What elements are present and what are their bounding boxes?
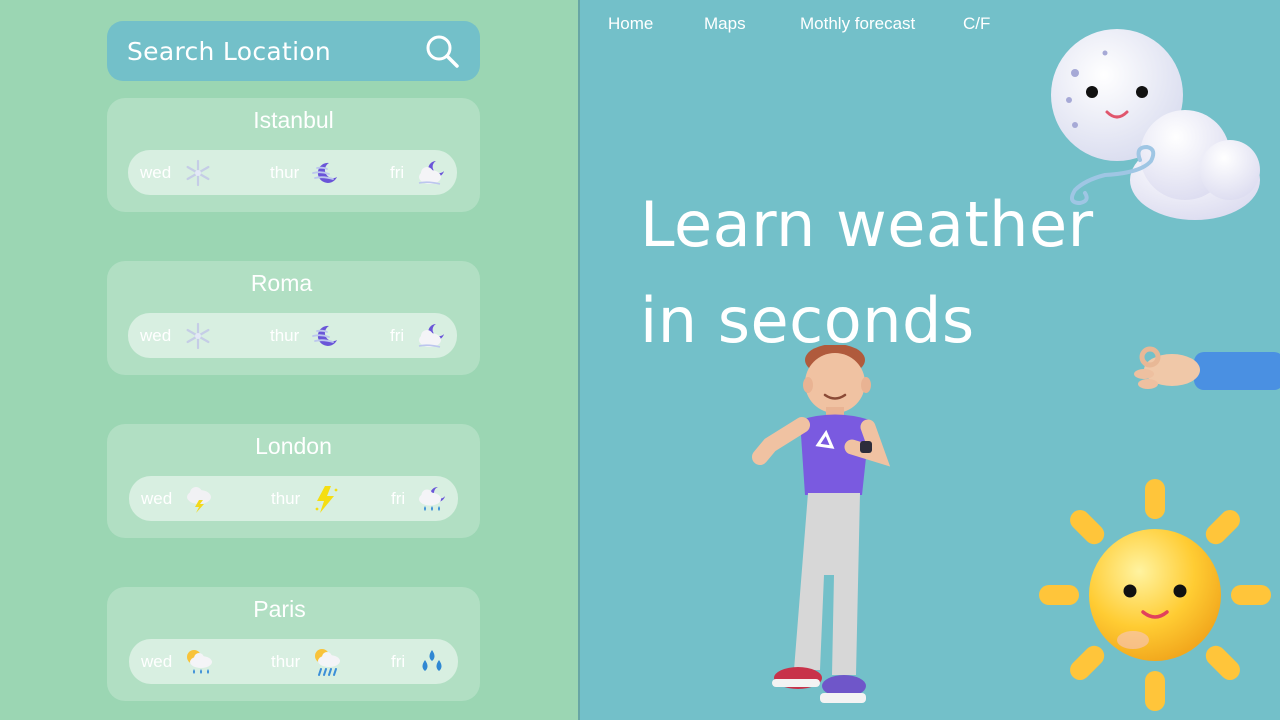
day-label: thur [271,488,301,508]
city-name: Paris [253,596,306,622]
city-name: London [255,433,332,459]
person-thumbs-up-illustration [752,345,890,703]
nav-home[interactable]: Home [608,14,653,36]
forecast-day: thur [270,150,341,195]
moon-wind-icon [312,324,339,347]
city-name: Istanbul [253,107,334,133]
snowflake-icon [186,159,210,186]
sun-rain-cloud-icon [187,649,213,674]
moon-rain-cloud-icon [419,486,446,511]
city-card-paris[interactable]: Paris wed thur fri [107,587,480,701]
day-label: thur [270,325,300,345]
moon-cloud-illustration [1051,29,1260,220]
snowflake-icon [186,322,210,349]
forecast-bar: wed thur fri [129,476,458,521]
forecast-day: wed [140,313,213,358]
city-card-istanbul[interactable]: Istanbul wed thur fri [107,98,480,212]
city-card-roma[interactable]: Roma wed thur fri [107,261,480,375]
raindrops-icon [422,649,442,671]
forecast-day: fri [390,313,446,358]
thunder-cloud-icon [187,486,212,513]
day-label: wed [141,651,173,671]
forecast-day: wed [141,639,214,684]
forecast-day: thur [271,476,342,521]
day-label: thur [270,162,300,182]
forecast-day: fri [391,476,447,521]
hero-title-line1: Learn weather [640,188,1094,261]
sun-storm-cloud-icon [314,647,342,676]
moon-cloud-wind-icon [418,159,445,185]
day-label: wed [140,162,172,182]
forecast-day: wed [140,150,213,195]
forecast-day: fri [391,639,447,684]
search-placeholder: Search Location [127,36,332,66]
nav-maps[interactable]: Maps [704,14,746,36]
nav-unit-toggle[interactable]: C/F [963,14,990,36]
lightning-icon [315,485,338,513]
nav-monthly-forecast[interactable]: Mothly forecast [800,14,915,36]
day-label: thur [271,651,301,671]
day-label: fri [391,651,406,671]
day-label: fri [390,162,405,182]
forecast-day: fri [390,150,446,195]
day-label: fri [391,488,406,508]
forecast-day: thur [270,313,341,358]
city-name: Roma [250,270,313,296]
forecast-bar: wed thur fri [128,313,457,358]
forecast-day: wed [141,476,214,521]
search-icon[interactable] [424,33,460,69]
moon-cloud-wind-icon [418,322,445,348]
forecast-day: thur [271,639,342,684]
day-label: wed [140,325,172,345]
forecast-bar: wed thur fri [129,639,458,684]
day-label: wed [141,488,173,508]
ok-hand-illustration [1134,346,1280,390]
city-card-london[interactable]: London wed thur fri [107,424,480,538]
search-input[interactable]: Search Location [107,21,480,81]
day-label: fri [390,325,405,345]
forecast-bar: wed thur fri [128,150,457,195]
moon-wind-icon [312,161,339,184]
smiling-sun-illustration [1039,479,1271,711]
